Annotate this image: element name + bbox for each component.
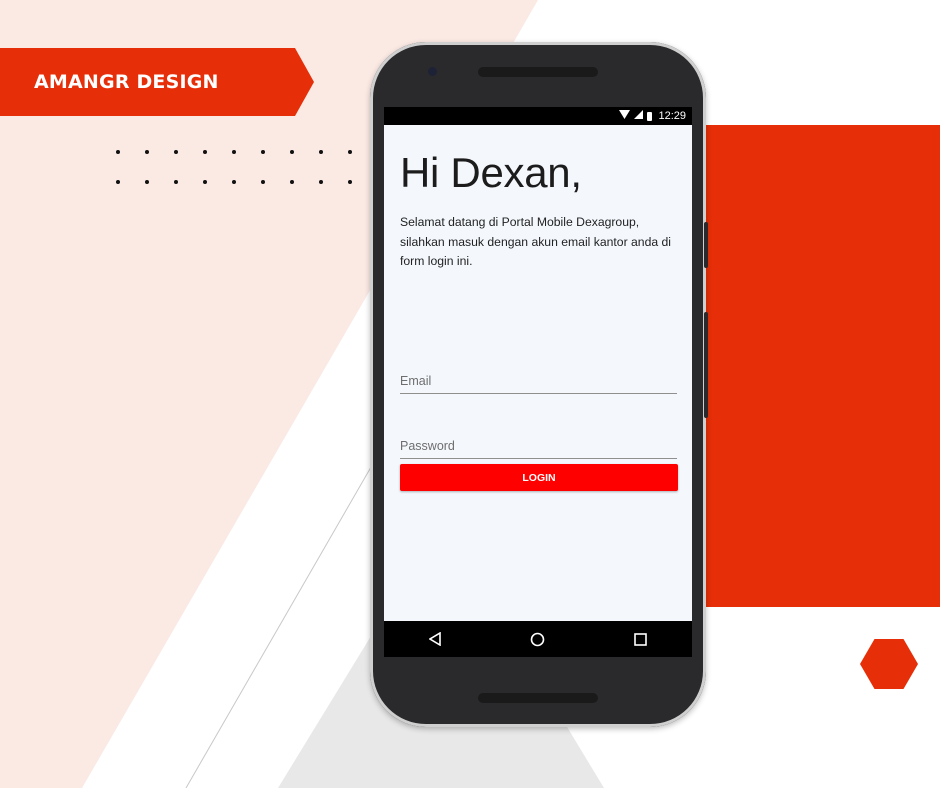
bottom-speaker: [478, 693, 598, 703]
dot: [261, 180, 265, 184]
dot: [290, 180, 294, 184]
dot: [145, 150, 149, 154]
phone-screen: 12:29 Hi Dexan, Selamat datang di Portal…: [384, 107, 692, 657]
dot: [348, 150, 352, 154]
wifi-icon: [619, 110, 631, 122]
dot: [348, 180, 352, 184]
email-field[interactable]: [400, 369, 677, 394]
brand-banner: AMANGR DESIGN: [0, 48, 314, 116]
recents-icon: [634, 632, 647, 646]
dot: [290, 150, 294, 154]
dot-row: [116, 180, 377, 210]
navigation-bar: [384, 621, 692, 657]
home-icon: [531, 632, 545, 646]
intro-text: Selamat datang di Portal Mobile Dexagrou…: [400, 215, 672, 268]
back-icon: [429, 632, 442, 646]
dot: [261, 150, 265, 154]
dot: [203, 150, 207, 154]
dot: [232, 180, 236, 184]
status-bar: 12:29: [384, 107, 692, 125]
phone-volume-button: [704, 312, 708, 418]
earpiece-speaker: [478, 67, 598, 77]
dot: [319, 150, 323, 154]
dot: [116, 150, 120, 154]
phone-power-button: [704, 222, 708, 268]
dot-row: [116, 150, 377, 180]
signal-icon: [634, 110, 644, 122]
phone-frame: 12:29 Hi Dexan, Selamat datang di Portal…: [370, 42, 708, 727]
battery-icon: [647, 111, 653, 121]
password-field[interactable]: [400, 434, 677, 459]
dot: [232, 150, 236, 154]
back-button[interactable]: [405, 621, 465, 657]
dot: [203, 180, 207, 184]
dot: [174, 180, 178, 184]
status-time: 12:29: [658, 110, 686, 122]
greeting-heading: Hi Dexan,: [400, 149, 582, 196]
home-button[interactable]: [508, 621, 568, 657]
dot: [319, 180, 323, 184]
brand-label: AMANGR DESIGN: [34, 71, 219, 93]
front-camera: [428, 67, 437, 76]
dot-pattern: [116, 150, 377, 210]
dot: [116, 180, 120, 184]
login-button[interactable]: LOGIN: [400, 464, 678, 491]
dot: [174, 150, 178, 154]
recents-button[interactable]: [611, 621, 671, 657]
dot: [145, 180, 149, 184]
